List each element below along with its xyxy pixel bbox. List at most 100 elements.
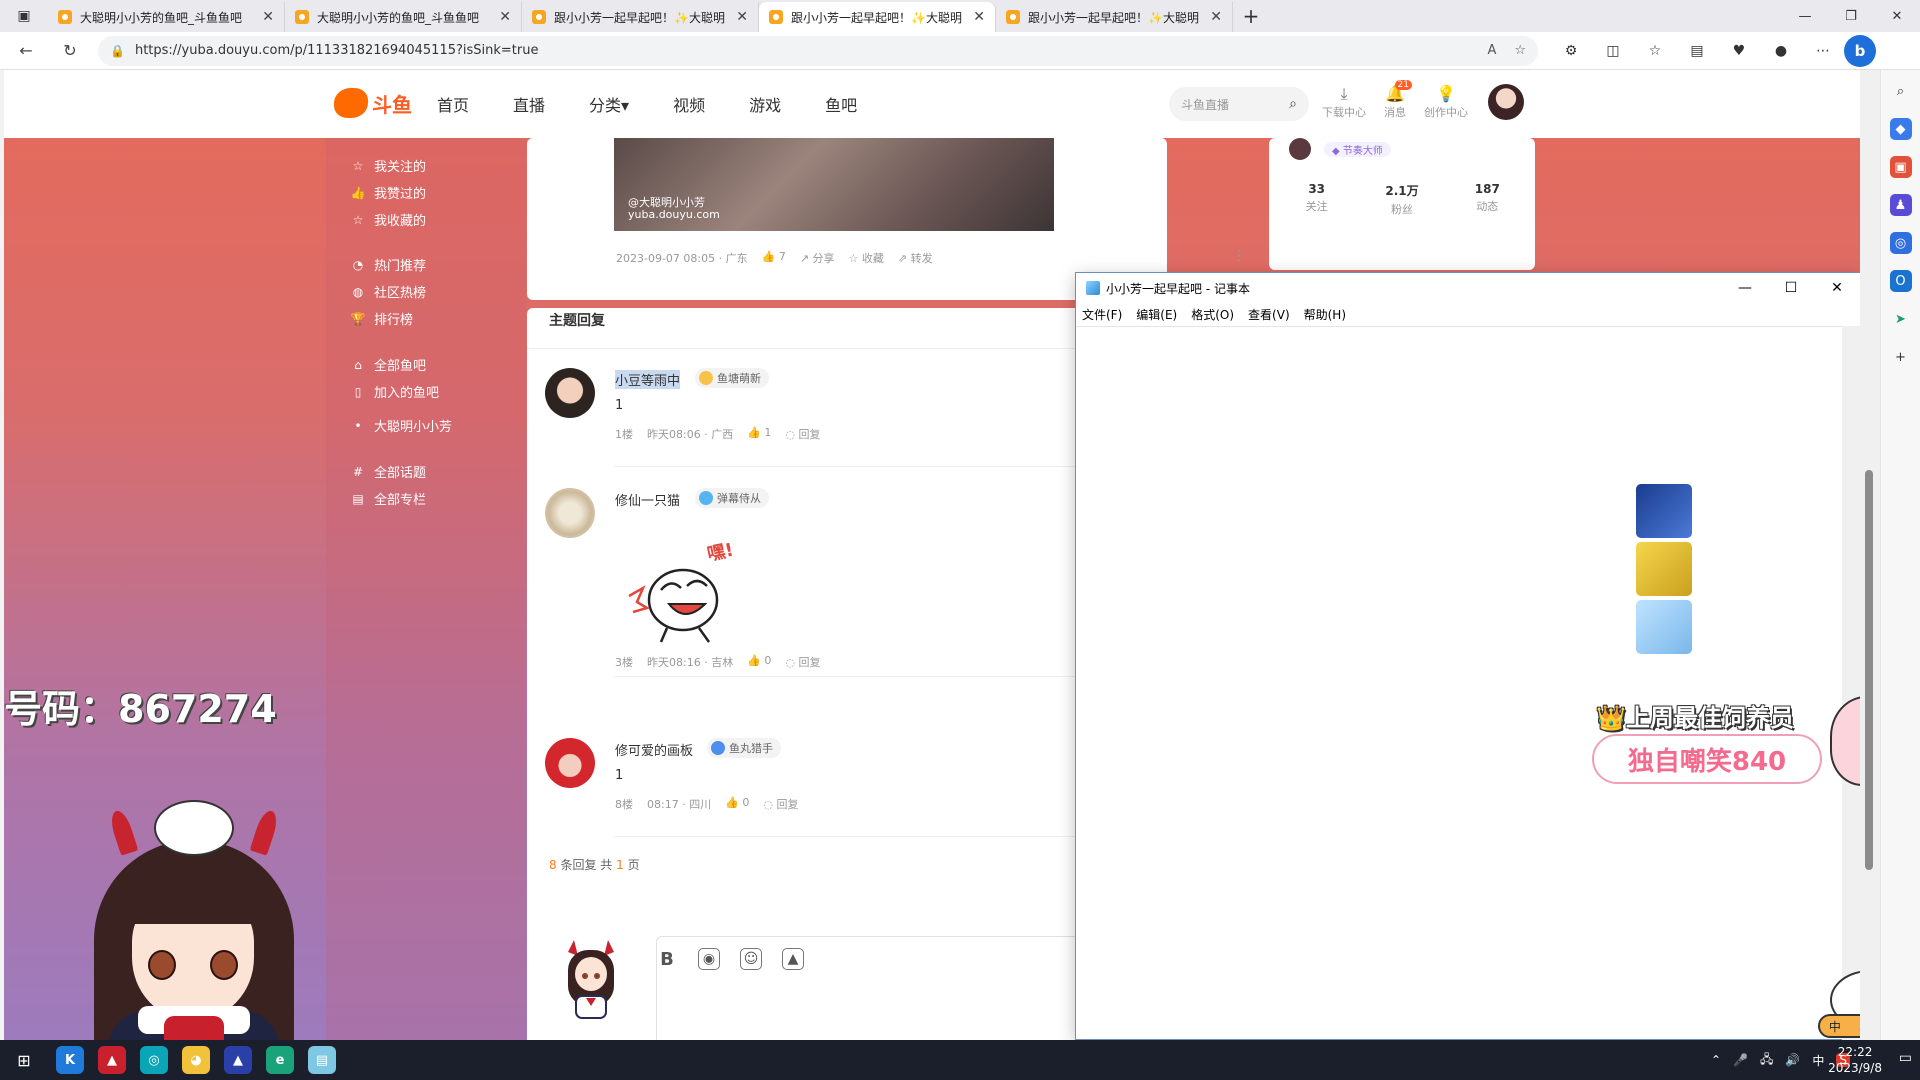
shopping-icon[interactable]: ◆ — [1889, 118, 1912, 140]
owl-app-icon[interactable]: ◕ — [182, 1046, 210, 1074]
tab-actions-icon[interactable]: ▣ — [0, 0, 48, 32]
sidebar-item-liked[interactable]: 👍 我赞过的 — [350, 183, 427, 203]
stat-fans[interactable]: 2.1万 粉丝 — [1359, 182, 1444, 217]
reply-like[interactable]: 👍 1 — [747, 426, 771, 442]
drop-icon[interactable]: ➤ — [1890, 308, 1912, 330]
nav-category[interactable]: 分类▾ — [589, 92, 629, 116]
browser-tab-active[interactable]: 跟小小芳一起早起吧！✨大聪明 ✕ — [759, 2, 996, 32]
windows-start-icon[interactable]: ⊞ — [0, 1040, 48, 1080]
browser-tab[interactable]: 大聪明小小芳的鱼吧_斗鱼鱼吧 ✕ — [285, 2, 522, 32]
ime-mode[interactable]: 中 — [1829, 1018, 1841, 1035]
notepad-taskbar-icon[interactable]: ▤ — [308, 1046, 336, 1074]
nav-game[interactable]: 游戏 — [749, 92, 781, 116]
input-method[interactable]: 中 — [1812, 1052, 1824, 1069]
stat-posts[interactable]: 187 动态 — [1445, 182, 1530, 217]
maximize-icon[interactable]: ☐ — [1768, 280, 1814, 296]
system-clock[interactable]: 22:22 2023/9/8 — [1828, 1044, 1882, 1076]
reply-sticker[interactable]: 嘿! — [621, 538, 751, 648]
sidebar-item-community-rank[interactable]: ◍ 社区热榜 — [350, 282, 426, 302]
nav-yuba[interactable]: 鱼吧 — [825, 92, 857, 116]
split-screen-icon[interactable]: ◫ — [1598, 37, 1628, 65]
sidebar-item-all-yuba[interactable]: ⌂ 全部鱼吧 — [350, 355, 426, 375]
favorite-button[interactable]: ☆ 收藏 — [849, 250, 884, 266]
douyu-logo[interactable]: 斗鱼 — [334, 88, 412, 118]
url-text[interactable]: https://yuba.douyu.com/p/111331821694045… — [135, 43, 1469, 58]
favorite-star-icon[interactable]: ☆ — [1514, 43, 1526, 58]
favorites-icon[interactable]: ☆ — [1640, 37, 1670, 65]
reply-button[interactable]: ◌ 回复 — [785, 654, 820, 670]
sidebar-item-joined[interactable]: ▯ 加入的鱼吧 — [350, 382, 439, 402]
stat-following[interactable]: 33 关注 — [1274, 182, 1359, 217]
extensions-icon[interactable]: ⚙ — [1556, 37, 1586, 65]
network-icon[interactable]: 🖧 — [1760, 1050, 1773, 1071]
read-aloud-icon[interactable]: A — [1487, 43, 1496, 58]
menu-view[interactable]: 查看(V) — [1248, 306, 1290, 323]
url-field[interactable]: 🔒 https://yuba.douyu.com/p/1113318216940… — [98, 35, 1538, 66]
mountain-app-icon[interactable]: ▲ — [224, 1046, 252, 1074]
sidebar-item-following[interactable]: ☆ 我关注的 — [350, 156, 426, 176]
browser-tab[interactable]: 跟小小芳一起早起吧！✨大聪明 ✕ — [522, 2, 759, 32]
nav-video[interactable]: 视频 — [673, 92, 705, 116]
collections-icon[interactable]: ▤ — [1682, 37, 1712, 65]
edge-browser-icon[interactable]: e — [266, 1046, 294, 1074]
performance-icon[interactable]: ♥ — [1724, 37, 1754, 65]
sidebar-item-topics[interactable]: # 全部话题 — [350, 462, 426, 482]
emoji-icon[interactable]: ☺ — [740, 948, 762, 970]
back-icon[interactable]: ← — [8, 35, 44, 67]
reply-author[interactable]: 小豆等雨中 — [615, 370, 681, 389]
menu-icon[interactable]: ⋯ — [1808, 37, 1838, 65]
search-input[interactable]: 斗鱼直播 — [1181, 96, 1289, 113]
reply-avatar[interactable] — [545, 368, 595, 418]
sidebar-item-ranking[interactable]: 🏆 排行榜 — [350, 309, 414, 329]
search-icon[interactable]: ⌕ — [1890, 80, 1912, 102]
menu-file[interactable]: 文件(F) — [1082, 306, 1122, 323]
menu-help[interactable]: 帮助(H) — [1304, 306, 1346, 323]
volume-icon[interactable]: 🔊 — [1785, 1053, 1800, 1067]
reply-like[interactable]: 👍 0 — [747, 654, 771, 670]
menu-format[interactable]: 格式(O) — [1191, 306, 1234, 323]
more-icon[interactable]: ⋮ — [1232, 248, 1246, 264]
reply-author[interactable]: 修仙一只猫 — [615, 490, 680, 509]
close-tab-icon[interactable]: ✕ — [736, 9, 748, 25]
menu-edit[interactable]: 编辑(E) — [1136, 306, 1177, 323]
sidebar-item-hot[interactable]: ◔ 热门推荐 — [350, 255, 426, 275]
close-tab-icon[interactable]: ✕ — [1210, 9, 1222, 25]
reply-avatar[interactable] — [545, 738, 595, 788]
user-avatar[interactable] — [1488, 84, 1524, 120]
microsoft365-icon[interactable]: ◎ — [1889, 232, 1912, 254]
page-scrollbar[interactable] — [1860, 70, 1880, 1040]
red-app-icon[interactable]: ▲ — [98, 1046, 126, 1074]
reply-avatar[interactable] — [545, 488, 595, 538]
new-tab-button[interactable]: + — [1233, 4, 1269, 28]
browser-tab[interactable]: 跟小小芳一起早起吧！✨大聪明 ✕ — [996, 2, 1233, 32]
sidebar-item-columns[interactable]: ▤ 全部专栏 — [350, 489, 426, 509]
reply-button[interactable]: ◌ 回复 — [763, 796, 798, 812]
image-icon[interactable]: ▲ — [782, 948, 804, 970]
download-center[interactable]: ⤓ 下载中心 — [1322, 84, 1366, 120]
outlook-icon[interactable]: O — [1889, 270, 1912, 292]
close-tab-icon[interactable]: ✕ — [262, 9, 274, 25]
profile-icon[interactable]: ● — [1766, 37, 1796, 65]
minimize-icon[interactable]: — — [1782, 0, 1828, 32]
circle-app-icon[interactable]: ◎ — [140, 1046, 168, 1074]
notepad-titlebar[interactable]: 小小芳一起早起吧 - 记事本 — ☐ ✕ — [1076, 273, 1860, 303]
sidebar-item-streamer[interactable]: • 大聪明小小芳 — [350, 416, 452, 436]
share-button[interactable]: ↗ 分享 — [800, 250, 835, 266]
bing-icon[interactable]: b — [1844, 34, 1876, 67]
restore-icon[interactable]: ❐ — [1828, 0, 1874, 32]
nav-live[interactable]: 直播 — [513, 92, 545, 116]
notification-icon[interactable]: ▭ — [1899, 1050, 1912, 1066]
add-icon[interactable]: + — [1890, 346, 1912, 368]
minimize-icon[interactable]: — — [1722, 280, 1768, 296]
sidebar-item-favorites[interactable]: ☆ 我收藏的 — [350, 210, 426, 230]
chevron-up-icon[interactable]: ⌃ — [1711, 1053, 1721, 1067]
reply-author[interactable]: 修可爱的画板 — [615, 740, 693, 759]
post-like[interactable]: 👍 7 — [762, 250, 786, 266]
close-tab-icon[interactable]: ✕ — [499, 9, 511, 25]
reply-button[interactable]: ◌ 回复 — [785, 426, 820, 442]
close-tab-icon[interactable]: ✕ — [973, 9, 985, 25]
reply-like[interactable]: 👍 0 — [725, 796, 749, 812]
notepad-scrollbar[interactable] — [1842, 326, 1860, 1040]
camera-icon[interactable]: ◉ — [698, 948, 720, 970]
games-icon[interactable]: ♟ — [1889, 194, 1912, 216]
